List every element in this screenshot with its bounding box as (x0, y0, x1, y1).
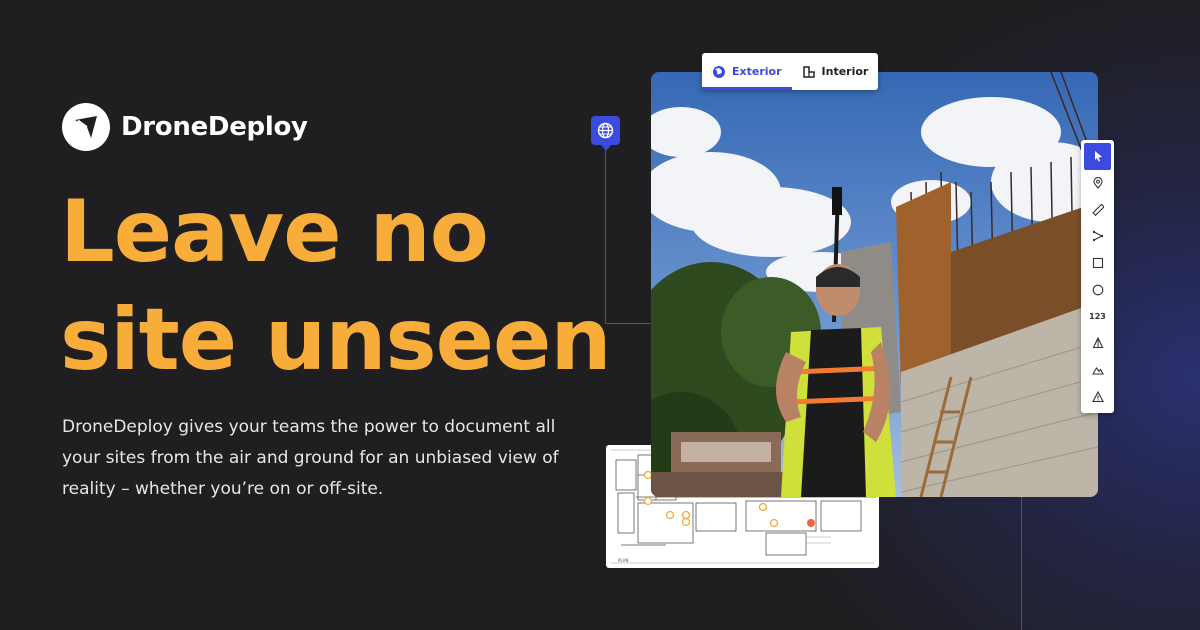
svg-text:PLAN: PLAN (618, 558, 628, 563)
elevation-tool[interactable] (1084, 357, 1111, 384)
count-tool[interactable]: 123 (1084, 303, 1111, 330)
circle-icon (1092, 284, 1103, 296)
cursor-tool[interactable] (1084, 143, 1111, 170)
view-mode-tabs: Exterior Interior (702, 53, 878, 90)
drone-arrow-icon (62, 103, 110, 151)
annotation-toolbar: 123 (1081, 140, 1114, 413)
elevation-icon (1091, 366, 1104, 375)
floor-plan-icon (802, 65, 815, 78)
polyline-icon (1092, 231, 1103, 242)
tab-exterior[interactable]: Exterior (702, 53, 792, 90)
tab-interior-label: Interior (821, 65, 869, 78)
connector-line-horizontal (605, 323, 652, 324)
tab-interior[interactable]: Interior (792, 53, 879, 90)
cursor-icon (1094, 151, 1102, 162)
connector-line-bottom (1021, 497, 1022, 630)
volume-tool[interactable] (1084, 330, 1111, 357)
globe-icon (597, 122, 614, 139)
globe-icon (713, 65, 725, 78)
description: DroneDeploy gives your teams the power t… (62, 417, 559, 499)
brand-logo[interactable]: DroneDeploy (62, 103, 308, 151)
location-tool[interactable] (1084, 170, 1111, 197)
construction-site-photo (651, 72, 1098, 497)
square-icon (1092, 258, 1103, 269)
area-tool[interactable] (1084, 250, 1111, 277)
headline-line-1: Leave no (60, 182, 489, 282)
location-pin-icon (1092, 177, 1103, 189)
issue-tool[interactable] (1084, 383, 1111, 410)
brand-name: DroneDeploy (121, 112, 308, 142)
warning-icon (1091, 390, 1104, 402)
connector-line-vertical (605, 150, 606, 324)
circle-tool[interactable] (1084, 276, 1111, 303)
count-icon: 123 (1089, 311, 1106, 321)
volume-icon (1092, 337, 1103, 349)
globe-pin[interactable] (591, 116, 620, 151)
tab-exterior-label: Exterior (732, 65, 782, 78)
polyline-tool[interactable] (1084, 223, 1111, 250)
distance-tool[interactable] (1084, 196, 1111, 223)
headline-line-2: site unseen (60, 290, 612, 390)
ruler-icon (1091, 203, 1104, 216)
headline: Leave no site unseen (60, 178, 620, 394)
